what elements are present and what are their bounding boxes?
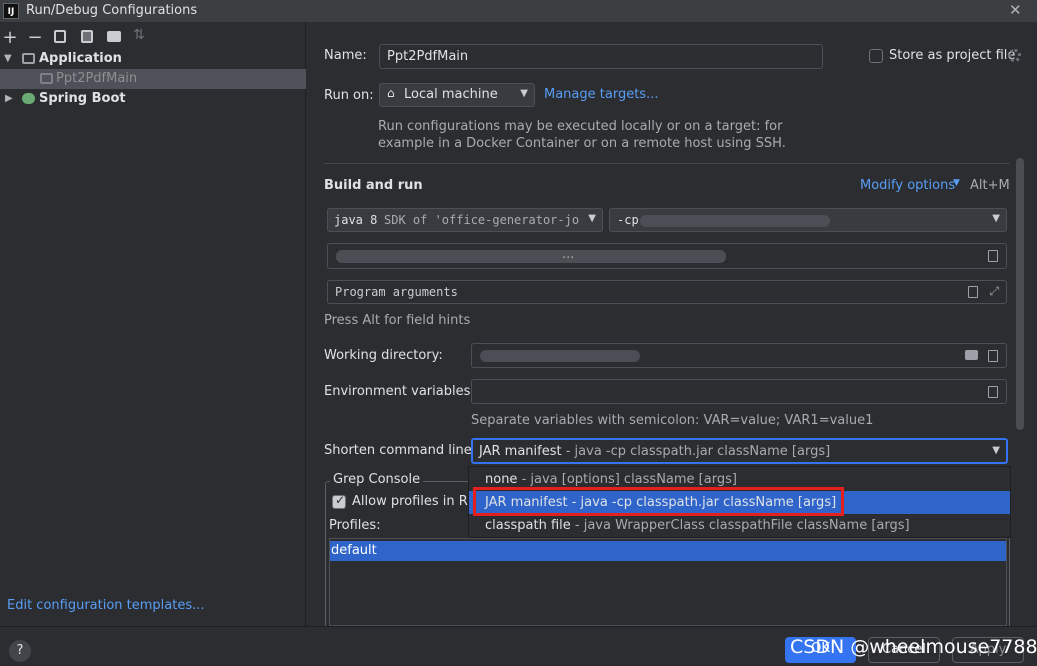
name-value: Ppt2PdfMain (387, 49, 469, 64)
window-title: Run/Debug Configurations (26, 3, 198, 18)
application-config-icon (40, 73, 53, 84)
name-label: Name: (324, 48, 367, 63)
jdk-description: SDK of 'office-generator-job (384, 213, 580, 227)
gear-icon[interactable] (1008, 49, 1021, 62)
edit-env-icon[interactable] (988, 386, 998, 398)
tree-item-ppt2pdfmain[interactable]: Ppt2PdfMain (0, 69, 306, 89)
program-arguments-field[interactable]: Program arguments ⤢ (327, 280, 1007, 304)
csdn-watermark: CSDN @wheelmouse7788 (790, 636, 1037, 658)
copy-configuration-icon[interactable] (54, 30, 66, 43)
configurations-sidebar (0, 22, 306, 626)
home-icon: ⌂ (387, 86, 395, 100)
edit-templates-link[interactable]: Edit configuration templates... (7, 598, 205, 613)
classpath-flag: -cp (617, 213, 639, 227)
application-config-icon (22, 53, 35, 64)
tree-item-label: Application (39, 51, 122, 66)
store-as-project-file-checkbox[interactable] (869, 49, 883, 63)
run-on-hint: Run configurations may be executed local… (378, 119, 783, 134)
shorten-command-line-label: Shorten command line: (324, 443, 477, 458)
tree-item-application[interactable]: ▼ Application (0, 49, 306, 69)
tree-item-label: Spring Boot (39, 91, 126, 106)
check-icon: ✓ (335, 493, 346, 507)
run-on-select[interactable]: ⌂ Local machine ▼ (379, 83, 535, 107)
redacted-module (640, 215, 830, 227)
run-on-label: Run on: (324, 88, 374, 103)
folder-icon[interactable] (965, 350, 978, 360)
modify-options-shortcut: Alt+M (970, 178, 1010, 193)
browse-icon[interactable] (988, 250, 998, 262)
environment-variables-label: Environment variables: (324, 384, 475, 399)
scrollbar[interactable] (1016, 158, 1024, 430)
expand-field-icon[interactable] (968, 286, 978, 298)
chevron-down-icon: ▼ (520, 88, 528, 99)
fullscreen-icon[interactable]: ⤢ (989, 284, 999, 299)
remove-configuration-button[interactable]: − (27, 27, 43, 48)
profiles-label: Profiles: (329, 518, 381, 533)
chevron-down-icon: ▼ (953, 178, 960, 188)
modify-options-link[interactable]: Modify options (860, 178, 955, 193)
close-window-button[interactable]: ✕ (1009, 1, 1022, 19)
spring-boot-icon (22, 93, 35, 104)
shorten-command-line-select[interactable]: JAR manifest - java -cp classpath.jar cl… (471, 438, 1008, 464)
shorten-selected-value: JAR manifest - java -cp classpath.jar cl… (479, 444, 831, 459)
highlight-annotation-box (473, 487, 844, 516)
sort-configurations-button[interactable]: ⇅ (131, 27, 147, 43)
chevron-down-icon: ▼ (588, 213, 596, 224)
run-on-value: Local machine (404, 87, 498, 102)
tree-item-label: Ppt2PdfMain (56, 71, 138, 86)
chevron-down-icon: ▼ (992, 445, 1000, 456)
allow-profiles-checkbox[interactable]: ✓ (332, 493, 346, 509)
chevron-right-icon[interactable]: ▶ (5, 89, 13, 109)
name-field[interactable]: Ppt2PdfMain (379, 44, 823, 69)
allow-profiles-label: Allow profiles in Run (352, 494, 468, 509)
insert-macro-icon[interactable] (988, 350, 998, 362)
divider (324, 163, 1010, 164)
build-and-run-heading: Build and run (324, 178, 423, 193)
chevron-down-icon: ▼ (992, 213, 1000, 224)
help-button[interactable]: ? (9, 640, 31, 662)
jdk-version: java 8 (334, 213, 378, 227)
main-class-dots: ... (562, 247, 575, 262)
profile-item-default[interactable]: default (330, 541, 1006, 561)
intellij-logo-icon: IJ (3, 3, 19, 19)
redacted-working-directory (480, 350, 640, 362)
working-directory-label: Working directory: (324, 348, 443, 363)
run-on-hint: example in a Docker Container or on a re… (378, 136, 786, 151)
alt-hint: Press Alt for field hints (324, 313, 471, 328)
manage-targets-link[interactable]: Manage targets... (544, 87, 658, 102)
environment-variables-field[interactable] (471, 379, 1007, 404)
environment-hint: Separate variables with semicolon: VAR=v… (471, 413, 874, 428)
jdk-select[interactable]: java 8 SDK of 'office-generator-job ▼ (327, 208, 603, 232)
grep-console-label: Grep Console (330, 472, 424, 487)
chevron-down-icon[interactable]: ▼ (4, 49, 12, 69)
working-directory-field[interactable] (471, 343, 1007, 368)
redacted-main-class (336, 250, 726, 263)
classpath-module-select[interactable]: -cp ▼ (609, 208, 1007, 232)
tree-item-spring-boot[interactable]: ▶ Spring Boot (0, 89, 306, 109)
main-class-field[interactable]: ... (327, 243, 1007, 269)
program-arguments-placeholder: Program arguments (335, 285, 458, 299)
store-as-project-label: Store as project file (889, 48, 1016, 63)
option-classpath-file[interactable]: classpath file - java WrapperClass class… (469, 514, 1010, 537)
new-folder-icon[interactable] (107, 31, 121, 42)
add-configuration-button[interactable]: + (2, 27, 18, 48)
save-configuration-icon[interactable] (81, 30, 93, 43)
